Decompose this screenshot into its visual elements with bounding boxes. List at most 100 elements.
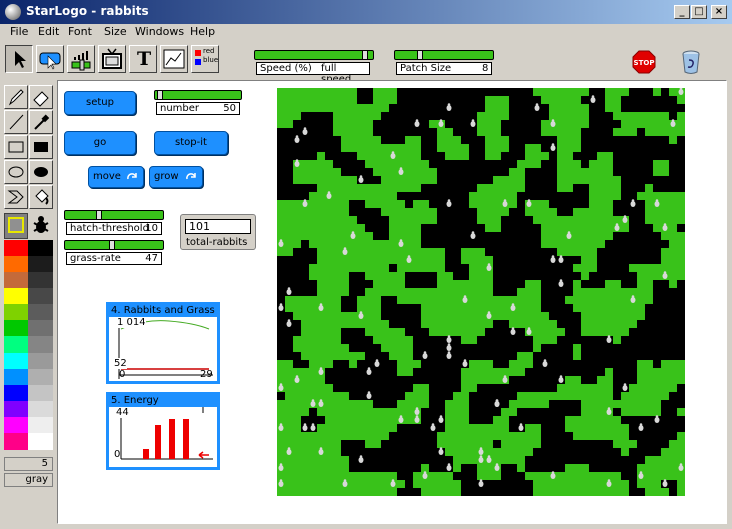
gray-swatch[interactable] [28, 400, 53, 418]
grass-patch [293, 296, 301, 304]
speed-slider-thumb[interactable] [362, 50, 368, 60]
menu-size[interactable]: Size [104, 25, 127, 38]
hatch-threshold-thumb[interactable] [96, 210, 102, 220]
eraser-tool[interactable] [29, 85, 53, 109]
grass-patch [509, 200, 517, 208]
grass-patch [493, 312, 501, 320]
grass-patch [325, 160, 333, 168]
color-swatch[interactable] [4, 368, 28, 386]
gray-swatch[interactable] [28, 336, 53, 354]
create-button-tool[interactable] [36, 45, 64, 73]
hue-color-column[interactable] [4, 240, 28, 450]
grass-patch [405, 168, 413, 176]
color-swatch[interactable] [4, 304, 28, 322]
line-tool[interactable] [4, 110, 28, 134]
color-swatch[interactable] [4, 432, 28, 450]
trash-button[interactable] [680, 49, 702, 75]
color-swatch[interactable] [4, 416, 28, 434]
oval-tool[interactable] [4, 160, 28, 184]
gray-swatch[interactable] [28, 384, 53, 402]
rectangle-tool[interactable] [4, 135, 28, 159]
rectangle-filled-icon [34, 142, 48, 152]
maximize-button[interactable]: □ [691, 5, 707, 19]
filled-oval-tool[interactable] [29, 160, 53, 184]
color-swatch[interactable] [4, 240, 28, 257]
color-swatch-tool[interactable]: red blue [191, 45, 219, 73]
grass-patch [333, 352, 341, 360]
energy-plot[interactable]: 5. Energy 44 0 [106, 392, 220, 470]
gray-swatch[interactable] [28, 368, 53, 386]
gray-swatch[interactable] [28, 272, 53, 290]
create-plot-tool[interactable] [160, 45, 188, 73]
grass-rate-thumb[interactable] [109, 240, 115, 250]
grass-patch [357, 480, 365, 488]
number-slider-thumb[interactable] [157, 90, 163, 100]
grass-patch [333, 272, 341, 280]
menu-edit[interactable]: Edit [38, 25, 59, 38]
gray-swatch[interactable] [28, 240, 53, 257]
color-swatch[interactable] [4, 352, 28, 370]
grow-forever-button[interactable]: grow [149, 166, 203, 188]
grass-patch [517, 184, 525, 192]
gray-color-column[interactable] [28, 240, 53, 450]
number-slider[interactable] [154, 90, 242, 100]
turtle-color-target[interactable] [29, 213, 53, 239]
menu-font[interactable]: Font [68, 25, 92, 38]
grass-patch [581, 464, 589, 472]
grass-patch [341, 208, 349, 216]
move-forever-button[interactable]: move [88, 166, 144, 188]
gray-swatch[interactable] [28, 288, 53, 306]
color-swatch[interactable] [4, 256, 28, 274]
speed-slider[interactable] [254, 50, 374, 60]
minimize-button[interactable]: _ [674, 5, 690, 19]
menu-windows[interactable]: Windows [135, 25, 184, 38]
grass-patch [613, 424, 621, 432]
create-slider-tool[interactable] [67, 45, 95, 73]
go-button[interactable]: go [64, 131, 136, 155]
pencil-tool[interactable] [4, 85, 28, 109]
grass-patch [581, 232, 589, 240]
menu-help[interactable]: Help [190, 25, 215, 38]
setup-button[interactable]: setup [64, 91, 136, 115]
stop-all-button[interactable]: STOP [632, 50, 656, 74]
create-monitor-tool[interactable] [98, 45, 126, 73]
color-swatch[interactable] [4, 400, 28, 418]
grass-patch [373, 248, 381, 256]
select-tool-button[interactable] [5, 45, 33, 73]
eyedropper-tool[interactable] [29, 110, 53, 134]
gray-swatch[interactable] [28, 352, 53, 370]
turtle-shape-tool[interactable] [4, 185, 28, 209]
paint-bucket-tool[interactable] [29, 185, 53, 209]
color-swatch[interactable] [4, 320, 28, 338]
color-swatch[interactable] [4, 384, 28, 402]
grass-patch [277, 96, 285, 104]
grass-patch [677, 208, 685, 216]
patch-size-slider-thumb[interactable] [417, 50, 423, 60]
menu-file[interactable]: File [10, 25, 28, 38]
rabbits-and-grass-plot[interactable]: 4. Rabbits and Grass 1 014 52 0 29 [106, 302, 220, 384]
patch-world[interactable] [277, 87, 685, 496]
color-swatch[interactable] [4, 336, 28, 354]
brush-size-field[interactable]: 5 [4, 457, 53, 471]
close-button[interactable]: × [711, 5, 727, 19]
gray-swatch[interactable] [28, 320, 53, 338]
stop-it-button[interactable]: stop-it [154, 131, 228, 155]
grass-rate-slider[interactable] [64, 240, 164, 250]
current-color-swatch[interactable] [4, 213, 28, 239]
grass-patch [365, 296, 373, 304]
grass-patch [365, 128, 373, 136]
grass-patch [405, 216, 413, 224]
rabbit-turtle-icon [294, 135, 300, 143]
color-swatch[interactable] [4, 288, 28, 306]
gray-swatch[interactable] [28, 256, 53, 274]
gray-swatch[interactable] [28, 416, 53, 434]
color-swatch[interactable] [4, 272, 28, 290]
filled-rectangle-tool[interactable] [29, 135, 53, 159]
gray-swatch[interactable] [28, 304, 53, 322]
grass-patch [573, 112, 581, 120]
patch-size-slider[interactable] [394, 50, 494, 60]
gray-swatch[interactable] [28, 432, 53, 450]
create-text-tool[interactable]: T [129, 45, 157, 73]
grass-patch [485, 192, 493, 200]
hatch-threshold-slider[interactable] [64, 210, 164, 220]
